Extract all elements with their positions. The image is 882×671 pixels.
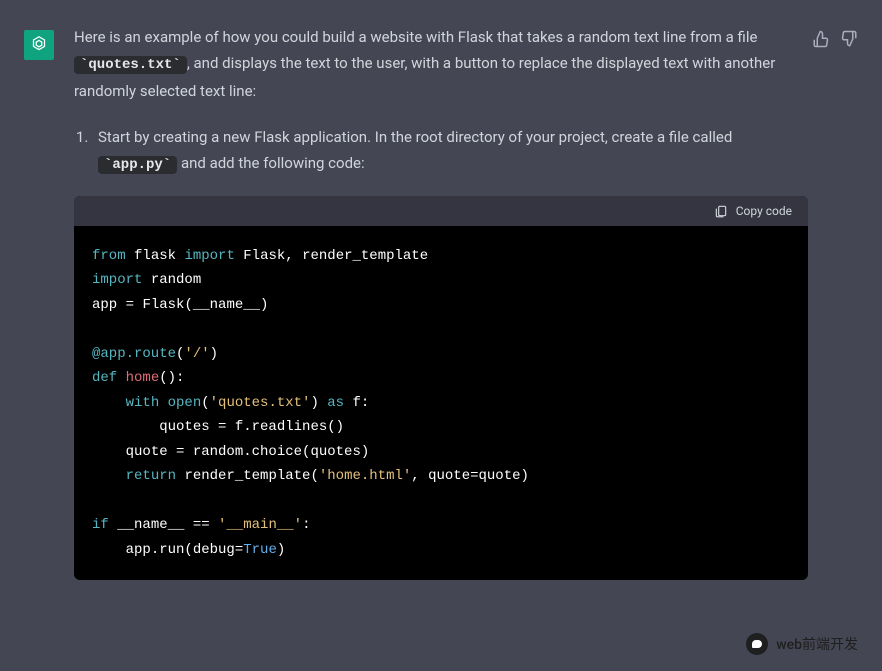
- thumbs-up-icon: [812, 30, 830, 48]
- feedback-buttons: [812, 30, 858, 48]
- inline-code-quotes: `quotes.txt`: [74, 56, 187, 74]
- thumbs-up-button[interactable]: [812, 30, 830, 48]
- thumbs-down-button[interactable]: [840, 30, 858, 48]
- steps-list: Start by creating a new Flask applicatio…: [74, 124, 808, 178]
- footer-label: web前端开发: [776, 634, 858, 654]
- thumbs-down-icon: [840, 30, 858, 48]
- code-header: Copy code: [74, 196, 808, 226]
- step-1: Start by creating a new Flask applicatio…: [92, 124, 808, 178]
- code-block: Copy code from flask import Flask, rende…: [74, 196, 808, 581]
- assistant-message: Here is an example of how you could buil…: [0, 0, 882, 671]
- clipboard-icon: [714, 204, 728, 218]
- step-1-text-2: and add the following code:: [177, 154, 364, 172]
- inline-code-apppy: `app.py`: [98, 156, 177, 174]
- footer-attribution: web前端开发: [746, 633, 858, 655]
- openai-icon: [28, 34, 50, 56]
- code-body: from flask import Flask, render_template…: [74, 226, 808, 581]
- copy-code-button[interactable]: Copy code: [714, 204, 792, 218]
- step-1-text-1: Start by creating a new Flask applicatio…: [98, 128, 732, 146]
- message-content: Here is an example of how you could buil…: [74, 24, 858, 580]
- wechat-icon: [746, 633, 768, 655]
- copy-code-label: Copy code: [736, 204, 792, 218]
- assistant-avatar: [24, 30, 54, 60]
- intro-paragraph: Here is an example of how you could buil…: [74, 24, 808, 104]
- intro-text-1: Here is an example of how you could buil…: [74, 28, 757, 46]
